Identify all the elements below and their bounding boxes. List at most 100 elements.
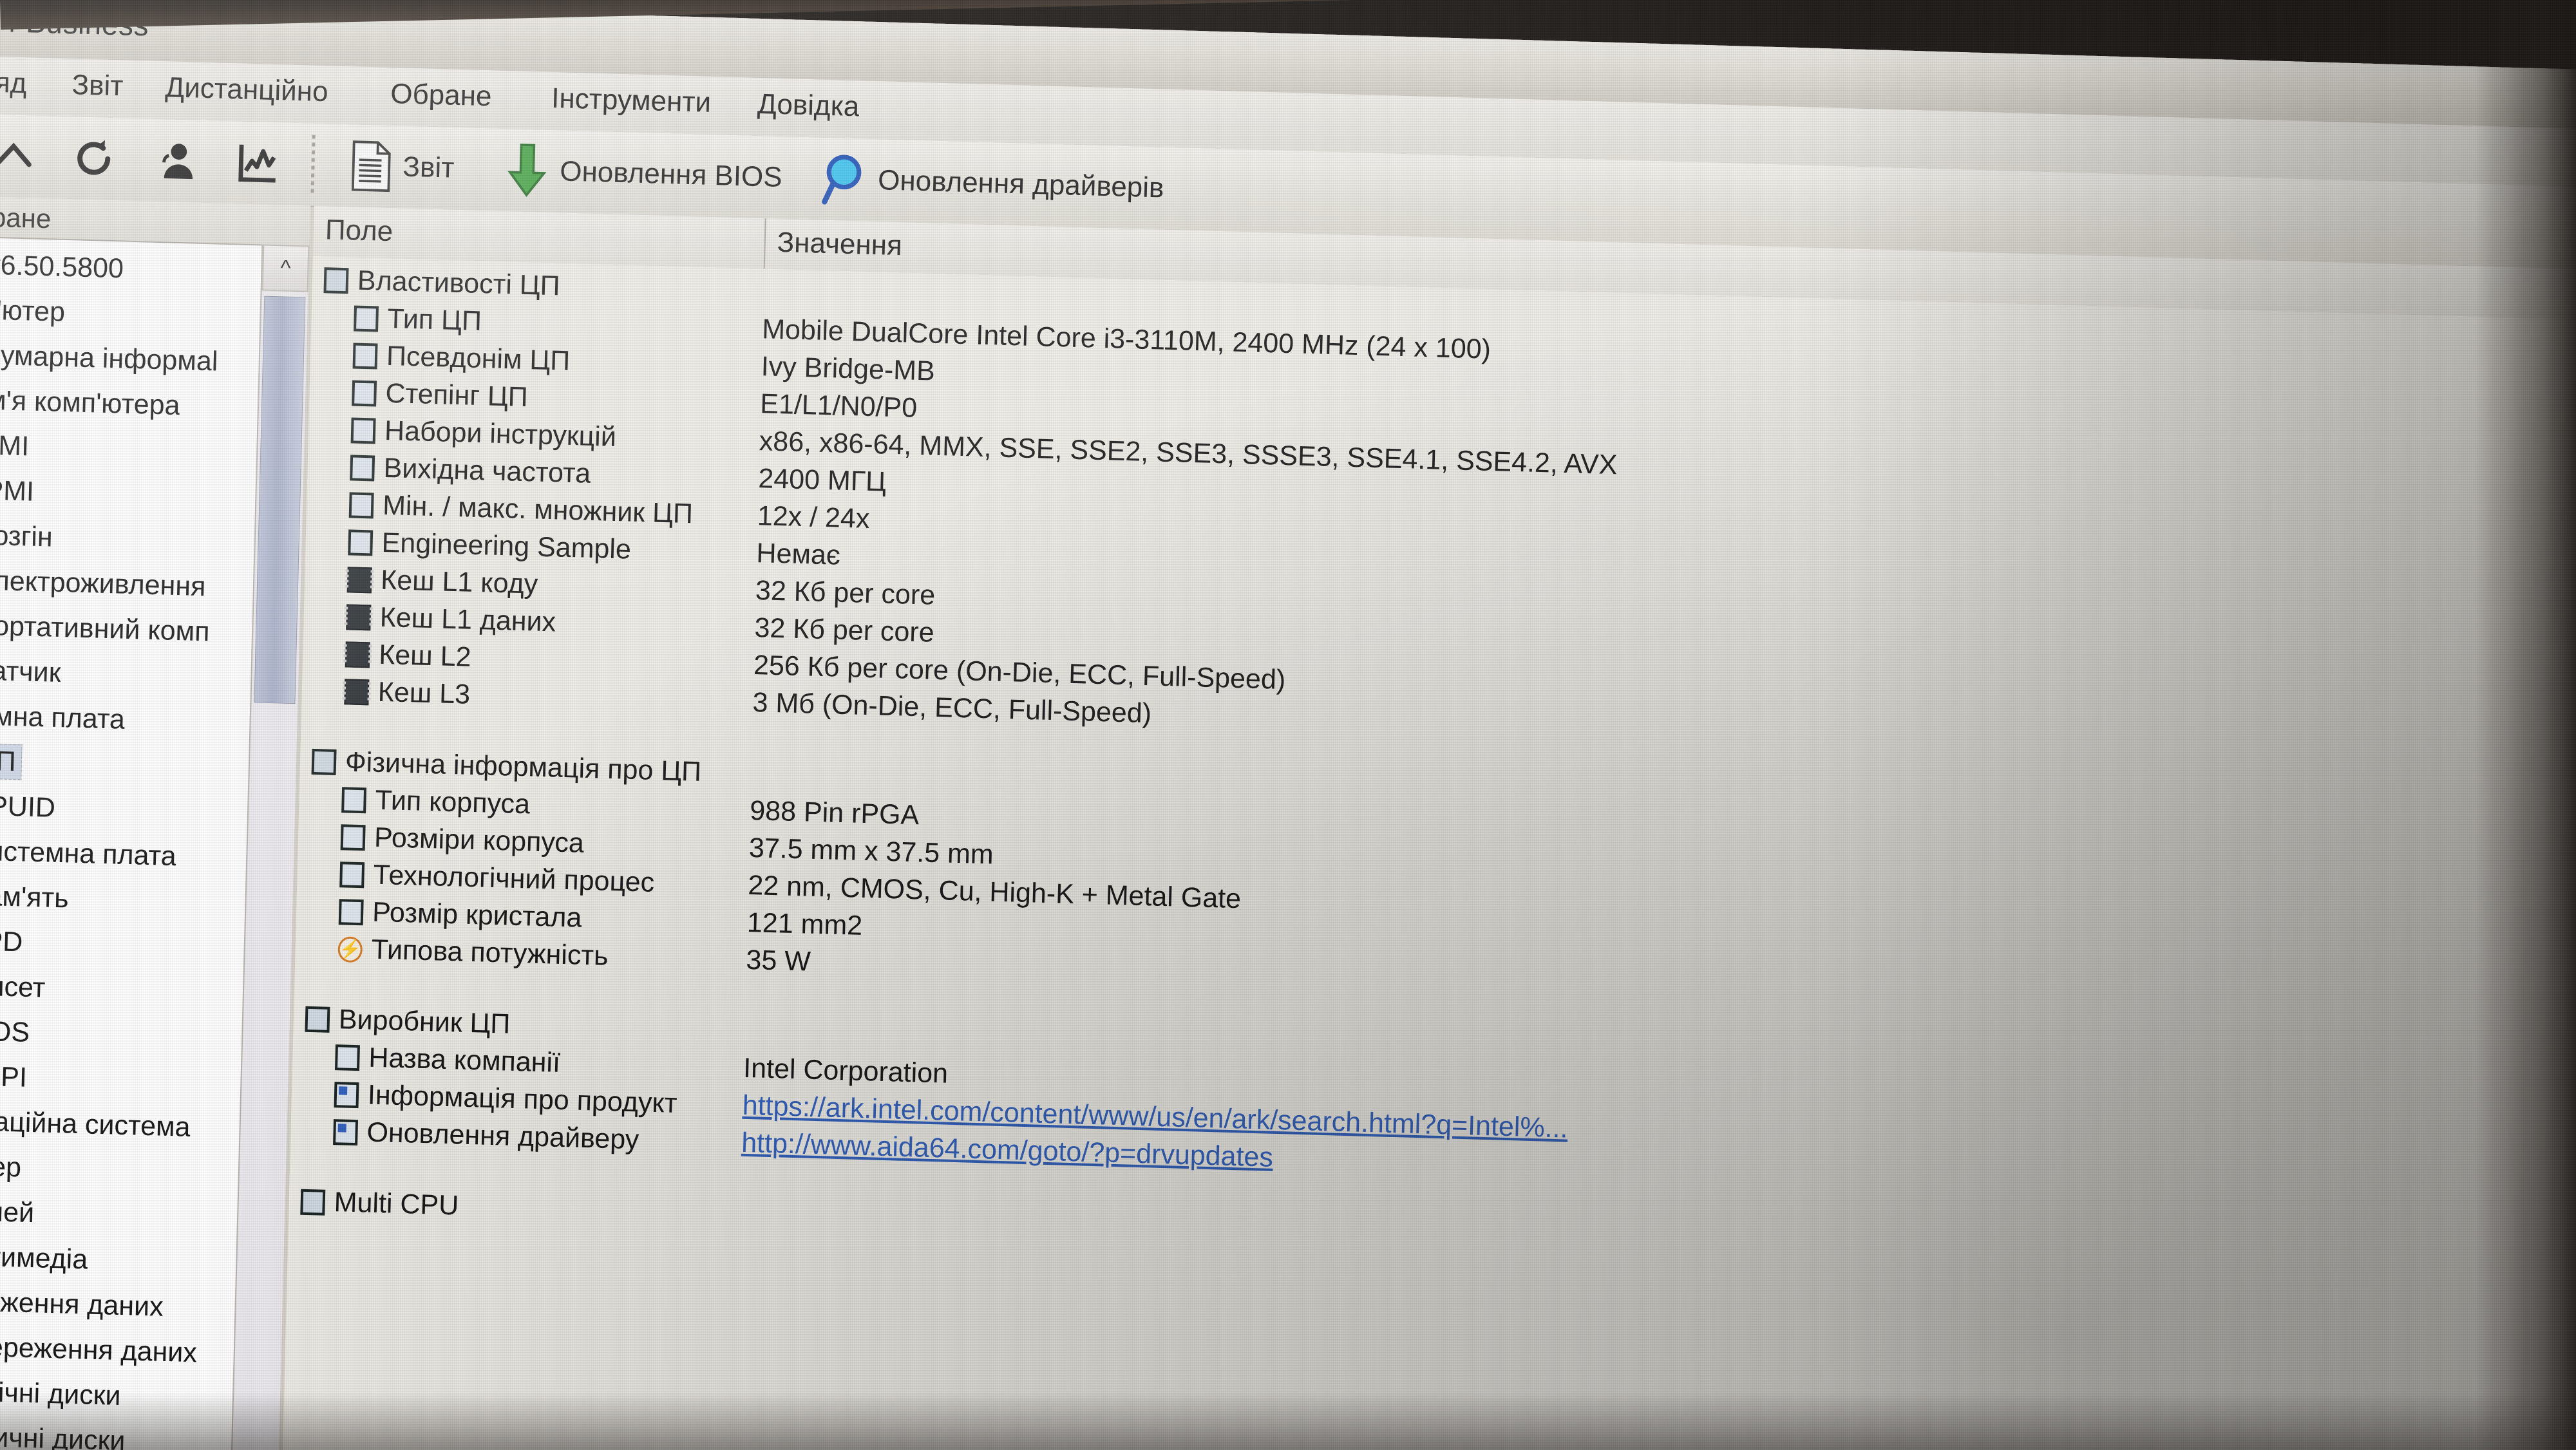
bios-update-button[interactable]: Оновлення BIOS [504, 135, 783, 212]
refresh-icon [77, 140, 111, 175]
sidebar-item-3[interactable]: Ім'я комп'ютера [0, 376, 267, 431]
scrollbar-thumb[interactable] [254, 296, 306, 704]
up-arrow-button[interactable] [0, 121, 38, 192]
property-box-icon [338, 898, 364, 925]
sidebar-item-5[interactable]: IPMI [0, 466, 265, 522]
scroll-up-arrow-icon[interactable]: ^ [261, 244, 310, 292]
row-field: Кеш L1 коду [346, 563, 538, 600]
sidebar-item-label: Ім'я комп'ютера [0, 384, 181, 421]
sidebar-item-label: 64 v6.50.5800 [0, 248, 124, 284]
refresh-button[interactable] [69, 123, 118, 194]
chart-icon [238, 144, 276, 183]
menu-item-0[interactable]: игляд [0, 66, 27, 100]
row-field-label: Оновлення драйверу [366, 1116, 639, 1156]
sidebar-item-4[interactable]: DMI [0, 421, 266, 476]
report-button-label: Звіт [402, 151, 455, 184]
sidebar-item-6[interactable]: Розгін [0, 511, 264, 567]
row-field-label: Розміри корпуса [374, 822, 585, 859]
row-field: Кеш L2 [345, 638, 471, 673]
sidebar-item-2[interactable]: Сумарна інформаl [0, 331, 269, 386]
sidebar-item-23[interactable]: Збереження даних [0, 1277, 244, 1332]
row-field-label: Степінг ЦП [384, 377, 529, 413]
sidebar-item-18[interactable]: ACPI [0, 1051, 250, 1107]
menu-item-5[interactable]: Довідка [757, 88, 860, 123]
sidebar-item-22[interactable]: Мультимедіа [0, 1232, 245, 1287]
sidebar-item-label: BIOS [0, 1015, 30, 1048]
sidebar-item-16[interactable]: Чіпсет [0, 962, 252, 1017]
chart-button[interactable] [233, 127, 283, 198]
row-field: Назва компанії [334, 1041, 561, 1079]
sidebar-item-14[interactable]: Пам'ять [0, 872, 254, 927]
row-value: 12x / 24x [757, 500, 871, 534]
sidebar-item-label: истемна плата [0, 699, 126, 735]
sidebar-item-label: Системна плата [0, 834, 177, 872]
column-header-field[interactable]: Поле [325, 214, 393, 248]
sidebar-item-15[interactable]: SPD [0, 917, 254, 972]
row-field: Псевдонім ЦП [352, 339, 571, 377]
row-field-label: Кеш L3 [377, 676, 471, 710]
sidebar: Обране 64 v6.50.5800 омп'ютер Сумарна інфо… [0, 195, 310, 1450]
column-header-value[interactable]: Значення [777, 227, 902, 262]
property-box-icon [334, 1044, 360, 1071]
row-field-label: Типова потужність [371, 934, 609, 972]
main-panel: Поле Значення Властивості ЦП Тип ЦП Mobile… [281, 205, 2576, 1450]
sidebar-item-12[interactable]: CPUID [0, 782, 257, 837]
sidebar-item-17[interactable]: BIOS [0, 1006, 251, 1062]
sidebar-item-13[interactable]: Системна плата [0, 827, 256, 882]
sidebar-item-label: Електроживлення [0, 564, 206, 602]
user-button[interactable] [153, 126, 202, 196]
sidebar-item-9[interactable]: Датчик [0, 646, 260, 702]
sidebar-item-19[interactable]: Операційна система [0, 1097, 249, 1152]
property-box-icon [311, 748, 337, 775]
memory-chip-icon [346, 603, 372, 630]
menu-item-2[interactable]: Дистанційно [165, 71, 328, 108]
bios-update-button-label: Оновлення BIOS [559, 155, 783, 193]
row-field: Розміри корпуса [340, 821, 585, 860]
sidebar-item-label: Фізичні диски [0, 1420, 126, 1450]
sidebar-item-label: Сумарна інформаl [0, 339, 218, 377]
menu-item-4[interactable]: Інструменти [551, 82, 712, 119]
screen-photo: 4 Business иглядЗвітДистанційноОбранеІнс… [0, 0, 2576, 1450]
user-icon [162, 144, 193, 180]
sidebar-item-25[interactable]: Логічні диски [0, 1367, 242, 1422]
sidebar-item-8[interactable]: Портативний комп [0, 601, 261, 657]
aida64-window: 4 Business иглядЗвітДистанційноОбранеІнс… [0, 0, 2576, 1450]
row-field-label: Псевдонім ЦП [386, 340, 571, 377]
sidebar-item-label: IPMI [0, 474, 35, 507]
row-field-label: Кеш L1 коду [380, 564, 538, 600]
row-value: Немає [755, 538, 841, 571]
sidebar-item-label: CPUID [0, 789, 56, 824]
row-field: Набори інструкцій [350, 414, 617, 453]
properties-list[interactable]: Властивості ЦП Тип ЦП Mobile DualCore Inte… [281, 256, 2576, 1450]
sidebar-item-20[interactable]: Сервер [0, 1142, 248, 1197]
property-box-icon [339, 861, 365, 888]
sidebar-item-24[interactable]: Збереження даних [0, 1322, 243, 1377]
report-button[interactable]: Звіт [349, 131, 455, 203]
sidebar-item-10[interactable]: истемна плата [0, 692, 259, 747]
sidebar-item-11[interactable]: ЦП [0, 737, 258, 792]
row-field: Кеш L1 даних [346, 601, 556, 638]
menu-item-1[interactable]: Звіт [71, 69, 124, 102]
sidebar-item-21[interactable]: Дисплей [0, 1187, 247, 1242]
row-field: Виробник ЦП [305, 1003, 511, 1040]
row-field-label: Розмір кристала [372, 896, 582, 934]
row-field: Вихідна частота [350, 451, 591, 489]
row-value: 35 W [745, 944, 811, 977]
sidebar-item-label: ACPI [0, 1060, 28, 1093]
driver-update-button[interactable]: Оновлення драйверів [819, 144, 1165, 223]
row-field-label: Набори інструкцій [384, 415, 617, 453]
row-value: Ivy Bridge-MB [761, 351, 936, 387]
row-field: Степінг ЦП [352, 377, 528, 413]
property-box-icon [352, 379, 377, 407]
property-box-icon [354, 305, 379, 332]
property-box-icon [348, 491, 374, 518]
sidebar-item-7[interactable]: Електроживлення [0, 556, 263, 612]
menu-item-3[interactable]: Обране [390, 78, 492, 113]
row-value: 32 Кб per core [753, 612, 935, 648]
sidebar-item-1[interactable]: омп'ютер [0, 286, 269, 341]
memory-chip-icon [346, 566, 372, 593]
row-value: 32 Кб per core [755, 575, 936, 611]
column-divider[interactable] [763, 218, 766, 269]
row-field: Тип ЦП [354, 302, 482, 337]
link-icon [334, 1081, 359, 1108]
